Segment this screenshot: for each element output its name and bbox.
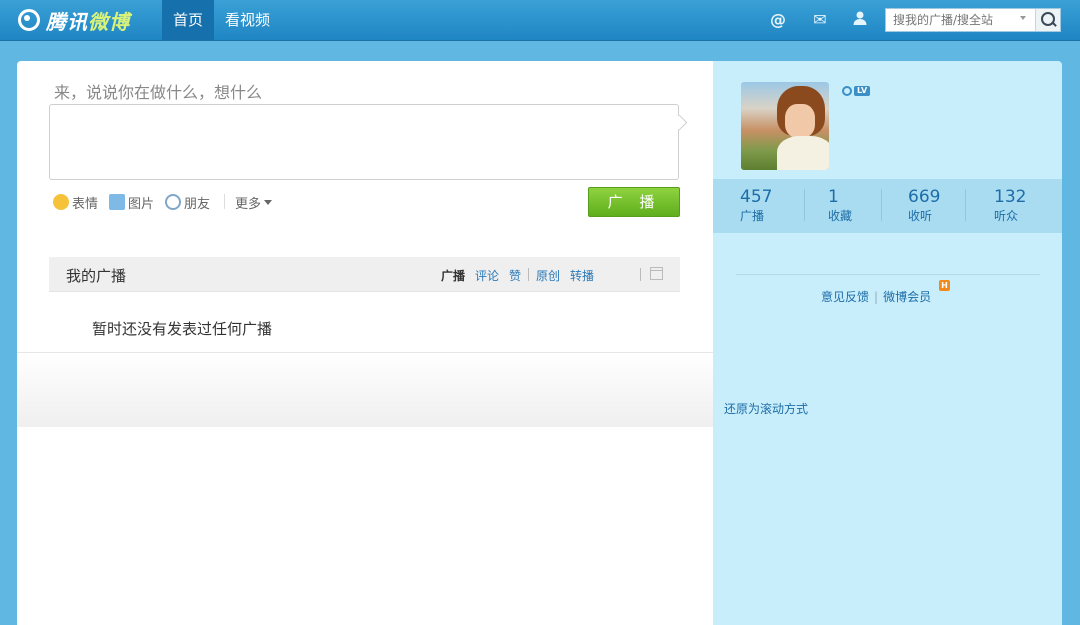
emoji-icon — [53, 194, 69, 210]
broadcast-button[interactable]: 广 播 — [588, 187, 680, 217]
search-scope-dropdown-icon[interactable] — [1020, 16, 1026, 20]
picture-tool-label: 图片 — [128, 196, 155, 212]
logo-icon — [18, 9, 40, 31]
avatar[interactable] — [741, 82, 829, 170]
avatar-shirt — [777, 136, 829, 170]
emoji-tool[interactable]: 表情 — [53, 192, 98, 212]
filter-divider — [528, 268, 529, 281]
vip-link[interactable]: 微博会员 — [883, 290, 931, 304]
feed-title: 我的广播 — [66, 267, 127, 285]
search-icon-handle — [1051, 21, 1057, 27]
stat-value: 669 — [908, 187, 941, 207]
stat-followers[interactable]: 132 听众 — [994, 187, 1026, 224]
more-tools-dropdown[interactable]: 更多 — [235, 192, 273, 212]
user-level-badge[interactable]: LV — [842, 85, 871, 97]
mail-icon[interactable]: ✉ — [810, 10, 830, 30]
search-input[interactable] — [886, 9, 1021, 31]
logo-text-accent: 微博 — [88, 9, 130, 34]
feed-footer — [17, 352, 713, 427]
filter-comment[interactable]: 评论 — [475, 267, 499, 284]
stat-divider — [965, 189, 966, 221]
level-label: LV — [854, 86, 871, 96]
nav-tab-home[interactable]: 首页 — [162, 0, 215, 40]
stat-broadcasts[interactable]: 457 广播 — [740, 187, 772, 224]
mention-friend-label: 朋友 — [184, 196, 211, 212]
tencent-weibo-logo[interactable]: 腾讯微博 — [18, 6, 130, 34]
stat-value: 1 — [828, 187, 839, 207]
side-links: 意见反馈 | 微博会员 — [821, 288, 931, 305]
mention-friend-tool[interactable]: 朋友 — [165, 192, 210, 212]
profile-stats: 457 广播 1 收藏 669 收听 132 听众 — [713, 179, 1062, 233]
stat-divider — [881, 189, 882, 221]
search-button[interactable] — [1035, 9, 1060, 31]
stat-value: 132 — [994, 187, 1027, 207]
chevron-down-icon — [264, 199, 273, 205]
side-divider — [736, 274, 1040, 275]
top-navigation-bar: 腾讯微博 首页 看视频 @ ✉ — [0, 0, 1080, 41]
logo-text: 腾讯微博 — [46, 6, 130, 35]
stat-divider — [804, 189, 805, 221]
calendar-icon[interactable] — [650, 267, 663, 280]
composer-textarea[interactable] — [49, 104, 679, 180]
search-box — [885, 8, 1061, 32]
avatar-face — [785, 104, 815, 138]
picture-icon — [109, 194, 125, 210]
filter-divider — [640, 268, 641, 281]
empty-feed-message: 暂时还没有发表过任何广播 — [92, 320, 273, 338]
profile-side-panel: LV 457 广播 1 收藏 669 收听 132 听众 意见反馈 | 微博会员 H… — [713, 61, 1062, 625]
user-icon-shape — [853, 11, 867, 25]
filter-broadcast[interactable]: 广播 — [441, 267, 465, 284]
mention-icon — [165, 194, 181, 210]
main-panel: 来，说说你在做什么，想什么 表情 图片 朋友 更多 广 播 我的广播 广播 评论… — [17, 61, 713, 625]
stat-label: 听众 — [994, 209, 1019, 223]
stat-value: 457 — [740, 187, 773, 207]
composer-hint: 来，说说你在做什么，想什么 — [54, 83, 263, 102]
stat-label: 收听 — [908, 209, 933, 223]
stat-favorites[interactable]: 1 收藏 — [828, 187, 852, 224]
more-tools-label: 更多 — [235, 196, 262, 212]
filter-repost[interactable]: 转播 — [570, 267, 594, 284]
feedback-link[interactable]: 意见反馈 — [821, 290, 869, 304]
toolbar-divider — [224, 194, 225, 209]
user-icon[interactable] — [850, 10, 870, 30]
filter-original[interactable]: 原创 — [536, 267, 560, 284]
stat-label: 广播 — [740, 209, 765, 223]
stat-label: 收藏 — [828, 209, 853, 223]
restore-scroll-mode-link[interactable]: 还原为滚动方式 — [724, 400, 808, 417]
picture-tool[interactable]: 图片 — [109, 192, 154, 212]
level-icon — [842, 86, 852, 96]
at-icon[interactable]: @ — [768, 10, 788, 30]
logo-text-main: 腾讯 — [46, 9, 88, 34]
emoji-tool-label: 表情 — [72, 196, 99, 212]
link-separator: | — [874, 290, 879, 304]
filter-like[interactable]: 赞 — [509, 267, 521, 284]
feed-header: 我的广播 广播 评论 赞 原创 转播 — [49, 257, 680, 292]
stat-following[interactable]: 669 收听 — [908, 187, 940, 224]
vip-hot-badge: H — [939, 280, 950, 291]
nav-tab-video[interactable]: 看视频 — [214, 0, 281, 40]
